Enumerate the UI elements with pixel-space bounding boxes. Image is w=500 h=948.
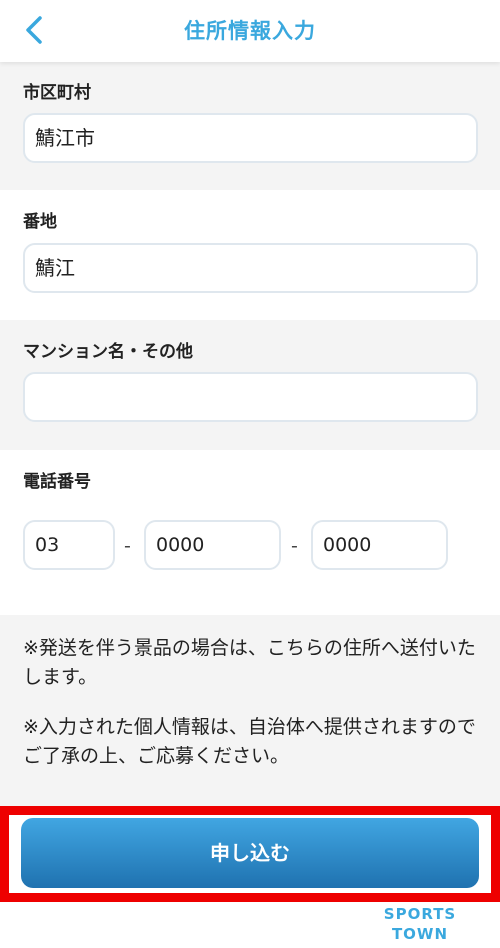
phone-input-1[interactable]: 03 — [23, 520, 115, 570]
phone-separator-1: - — [124, 535, 131, 557]
page-title: 住所情報入力 — [184, 19, 316, 43]
brand-line-1: SPORTS — [383, 905, 457, 923]
building-label: マンション名・その他 — [23, 342, 193, 362]
brand-line-2: TOWN — [391, 925, 449, 943]
city-input[interactable]: 鯖江市 — [23, 113, 478, 163]
phone-input-3[interactable]: 0000 — [311, 520, 448, 570]
phone-input-2[interactable]: 0000 — [144, 520, 281, 570]
privacy-note: ※入力された個人情報は、自治体へ提供されますのでご了承の上、ご応募ください。 — [23, 716, 476, 767]
phone-label: 電話番号 — [23, 472, 91, 492]
tab-sports-town[interactable]: SPORTS TOWN — [380, 904, 460, 944]
phone-separator-2: - — [291, 535, 298, 557]
address-label: 番地 — [23, 212, 57, 232]
submit-button[interactable]: 申し込む — [21, 818, 479, 888]
address-input[interactable]: 鯖江 — [23, 243, 478, 293]
shipping-note: ※発送を伴う景品の場合は、こちらの住所へ送付いたします。 — [23, 637, 476, 688]
city-label: 市区町村 — [23, 83, 91, 103]
building-input[interactable] — [23, 372, 478, 422]
header-bar: 住所情報入力 — [0, 0, 500, 62]
